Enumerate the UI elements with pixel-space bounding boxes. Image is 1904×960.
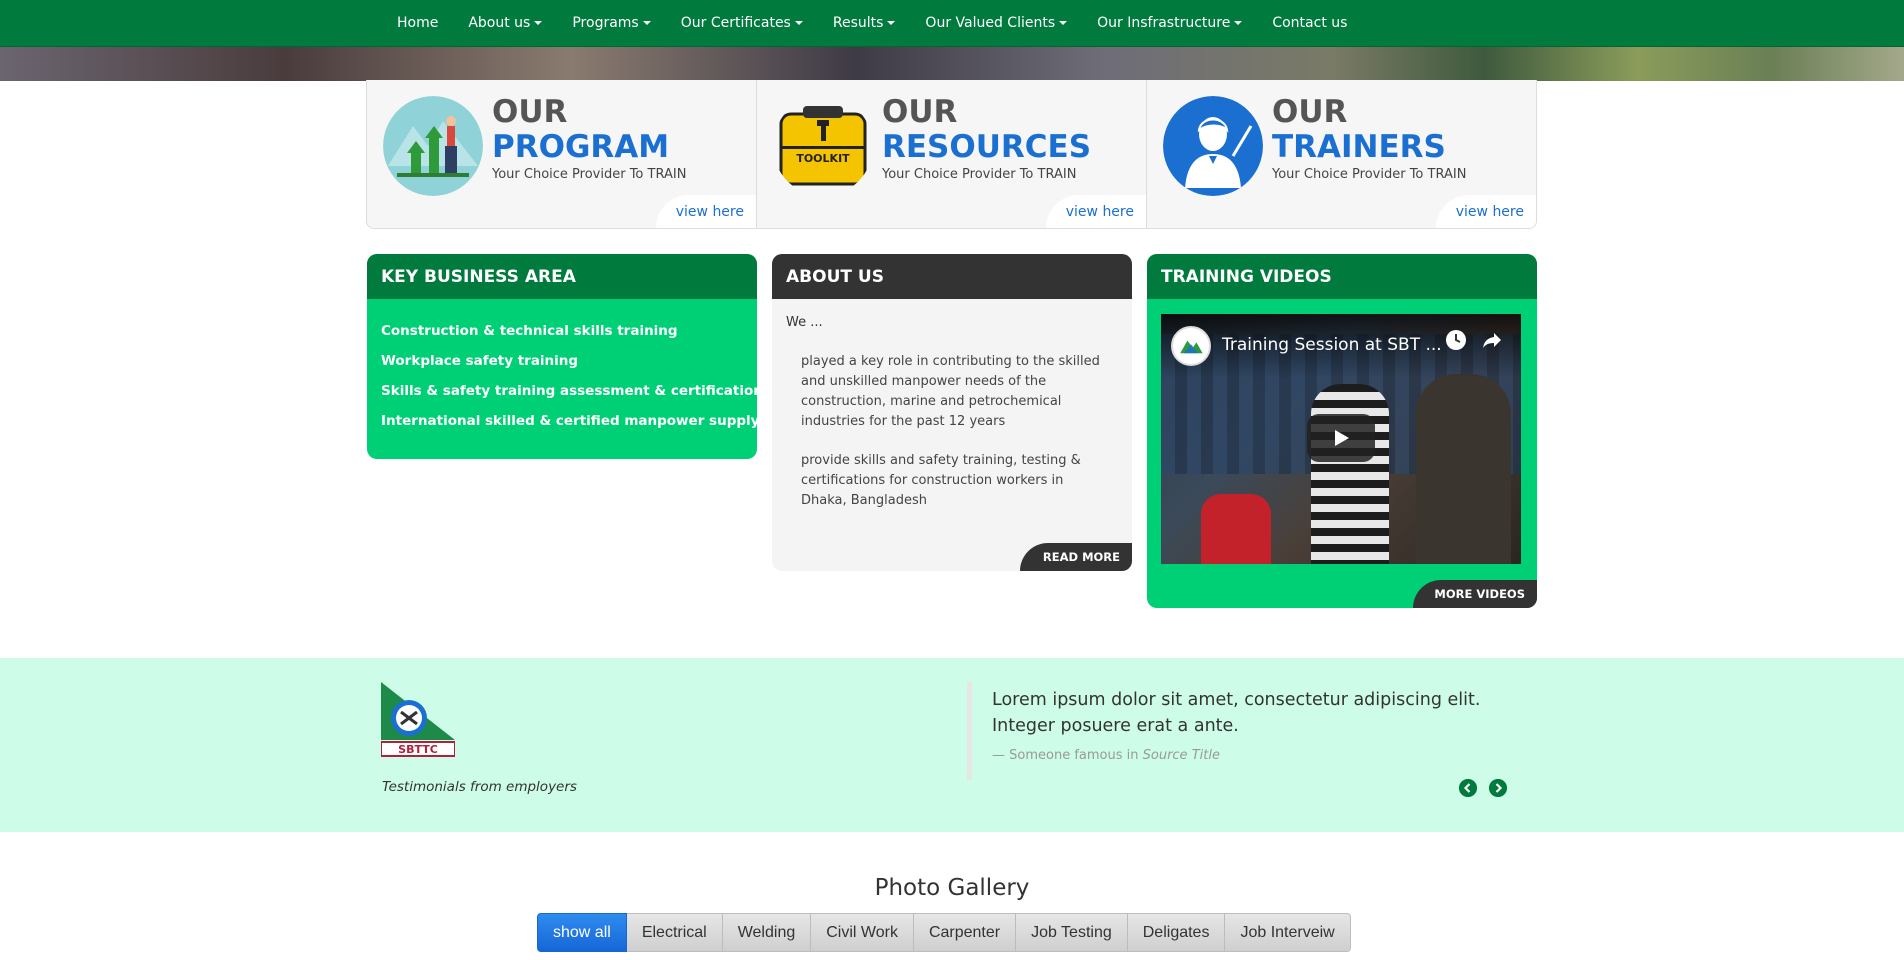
filter-electrical[interactable]: Electrical — [626, 913, 723, 952]
nav-item-programs[interactable]: Programs — [557, 0, 665, 45]
caret-down-icon — [1059, 20, 1068, 25]
feature-title-main: TRAINERS — [1272, 129, 1446, 165]
key-business-list: Construction & technical skills training… — [367, 299, 757, 436]
testimonial-caption: Testimonials from employers — [382, 779, 577, 795]
more-videos-button[interactable]: MORE VIDEOS — [1413, 580, 1537, 608]
panel-title: TRAINING VIDEOS — [1147, 254, 1537, 299]
feature-resources: TOOLKIT OUR RESOURCES Your Choice Provid… — [757, 80, 1147, 228]
carousel-next-icon[interactable] — [1489, 779, 1507, 797]
about-us-panel: ABOUT US We ... played a key role in con… — [772, 254, 1132, 571]
video-thumbnail-chair — [1201, 494, 1271, 564]
feature-title-main: PROGRAM — [492, 129, 670, 165]
nav-item-label: Programs — [572, 14, 639, 31]
caret-down-icon — [642, 20, 651, 25]
view-here-link[interactable]: view here — [1046, 195, 1146, 228]
hero-banner-image — [0, 47, 1904, 81]
nav-menu: Home About us Programs Our Certificates … — [382, 0, 1362, 45]
feature-subtitle: Your Choice Provider To TRAIN — [492, 167, 687, 182]
svg-text:TOOLKIT: TOOLKIT — [796, 152, 850, 165]
filter-welding[interactable]: Welding — [722, 913, 812, 952]
key-business-panel: KEY BUSINESS AREA Construction & technic… — [367, 254, 757, 459]
list-item: Skills & safety training assessment & ce… — [381, 383, 757, 399]
list-item: Workplace safety training — [381, 353, 579, 369]
filter-carpenter[interactable]: Carpenter — [913, 913, 1017, 952]
about-intro: We ... — [786, 315, 823, 330]
feature-title-top: OUR — [492, 94, 568, 130]
caret-down-icon — [887, 20, 896, 25]
nav-item-label: Home — [397, 14, 439, 31]
panel-title: KEY BUSINESS AREA — [367, 254, 757, 299]
read-more-button[interactable]: READ MORE — [1020, 543, 1132, 571]
nav-item-label: Our Valued Clients — [925, 14, 1056, 31]
list-item: International skilled & certified manpow… — [381, 413, 757, 429]
toolkit-icon: TOOLKIT — [779, 106, 867, 186]
about-paragraph: played a key role in contributing to the… — [801, 354, 1100, 429]
nav-item-infrastructure[interactable]: Our Insfrastructure — [1082, 0, 1257, 45]
quote-citation: — Someone famous in Source Title — [992, 748, 1522, 763]
share-icon[interactable] — [1480, 328, 1504, 352]
nav-item-results[interactable]: Results — [818, 0, 911, 45]
channel-logo-icon[interactable] — [1171, 326, 1211, 366]
view-here-link[interactable]: view here — [656, 195, 756, 228]
sbttc-logo: SBTTC — [381, 682, 455, 757]
feature-title-main: RESOURCES — [882, 129, 1092, 165]
nav-item-contact-us[interactable]: Contact us — [1257, 0, 1362, 45]
citation-source: Source Title — [1142, 748, 1220, 763]
filter-deligates[interactable]: Deligates — [1127, 913, 1226, 952]
carousel-prev-icon[interactable] — [1459, 779, 1477, 797]
nav-item-label: About us — [468, 14, 531, 31]
video-thumbnail-person — [1416, 374, 1511, 564]
panel-title: ABOUT US — [772, 254, 1132, 299]
nav-item-our-certificates[interactable]: Our Certificates — [666, 0, 818, 45]
testimonial-quote: Lorem ipsum dolor sit amet, consectetur … — [967, 682, 1522, 780]
caret-down-icon — [1234, 20, 1243, 25]
video-player[interactable]: Training Session at SBT ... — [1161, 314, 1521, 564]
list-item: Construction & technical skills training — [381, 323, 678, 339]
program-icon — [383, 96, 483, 196]
nav-item-label: Results — [832, 14, 884, 31]
gallery-filters: show all Electrical Welding Civil Work C… — [537, 913, 1351, 952]
feature-subtitle: Your Choice Provider To TRAIN — [882, 167, 1077, 182]
nav-item-label: Our Certificates — [680, 14, 791, 31]
feature-boxes: OUR PROGRAM Your Choice Provider To TRAI… — [366, 80, 1537, 229]
nav-item-home[interactable]: Home — [382, 0, 453, 45]
watch-later-icon[interactable] — [1444, 328, 1468, 352]
testimonials-section: SBTTC Testimonials from employers Lorem … — [0, 658, 1904, 832]
filter-civil-work[interactable]: Civil Work — [811, 913, 914, 952]
play-button[interactable] — [1307, 414, 1375, 462]
filter-show-all[interactable]: show all — [537, 913, 627, 952]
filter-job-testing[interactable]: Job Testing — [1016, 913, 1128, 952]
quote-text: Lorem ipsum dolor sit amet, consectetur … — [992, 690, 1481, 736]
feature-subtitle: Your Choice Provider To TRAIN — [1272, 167, 1467, 182]
svg-text:SBTTC: SBTTC — [398, 743, 438, 756]
nav-item-label: Contact us — [1272, 14, 1348, 31]
citation-prefix: — Someone famous in — [992, 748, 1139, 763]
nav-item-valued-clients[interactable]: Our Valued Clients — [910, 0, 1082, 45]
caret-down-icon — [534, 20, 543, 25]
caret-down-icon — [794, 20, 803, 25]
filter-job-interveiw[interactable]: Job Interveiw — [1225, 913, 1351, 952]
about-paragraph: provide skills and safety training, test… — [801, 453, 1081, 508]
video-thumbnail-person — [1311, 384, 1389, 564]
feature-program: OUR PROGRAM Your Choice Provider To TRAI… — [367, 80, 757, 228]
gallery-title: Photo Gallery — [874, 875, 1030, 901]
feature-trainers: OUR TRAINERS Your Choice Provider To TRA… — [1147, 80, 1536, 228]
trainer-icon — [1163, 96, 1263, 196]
nav-item-about-us[interactable]: About us — [453, 0, 557, 45]
top-navbar: Home About us Programs Our Certificates … — [0, 0, 1904, 47]
video-title[interactable]: Training Session at SBT ... — [1222, 335, 1442, 355]
view-here-link[interactable]: view here — [1436, 195, 1536, 228]
nav-item-label: Our Insfrastructure — [1097, 14, 1231, 31]
play-icon — [1335, 430, 1349, 446]
feature-title-top: OUR — [1272, 94, 1348, 130]
feature-title-top: OUR — [882, 94, 958, 130]
training-videos-panel: TRAINING VIDEOS Training Session at SBT … — [1147, 254, 1537, 608]
